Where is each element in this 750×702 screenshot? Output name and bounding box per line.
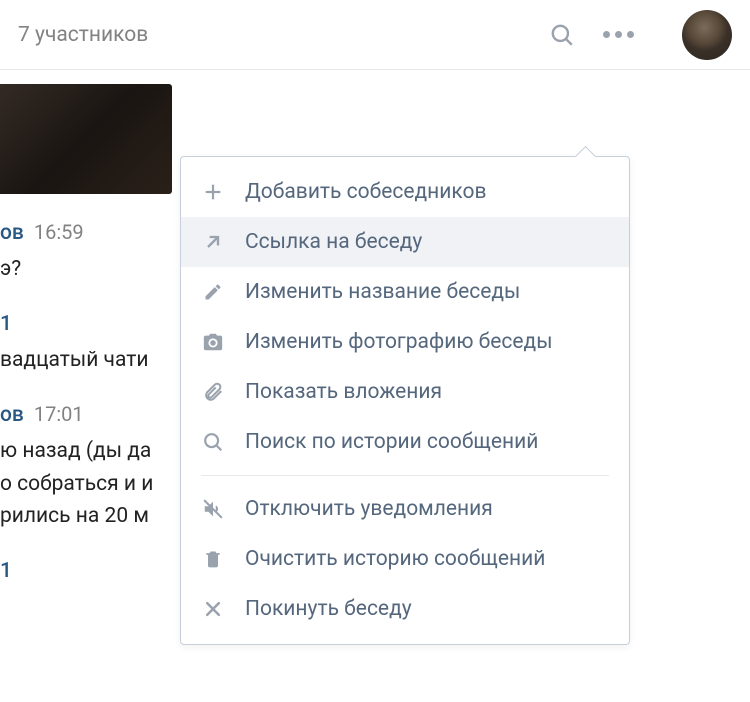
menu-label: Очистить историю сообщений	[245, 547, 545, 571]
menu-separator	[201, 475, 609, 476]
menu-label: Показать вложения	[245, 380, 442, 404]
chat-body: ов 16:59 э? 1 вадцатый чати ов 17:01 ю н…	[0, 84, 750, 702]
camera-icon	[201, 330, 225, 354]
menu-chat-link[interactable]: Ссылка на беседу	[181, 217, 629, 267]
menu-label: Ссылка на беседу	[245, 230, 422, 254]
ellipsis-icon	[603, 31, 634, 38]
mute-icon	[201, 497, 225, 521]
menu-label: Изменить фотографию беседы	[245, 330, 553, 354]
menu-add-participants[interactable]: Добавить собеседников	[181, 167, 629, 217]
close-icon	[201, 597, 225, 621]
image-attachment[interactable]	[0, 84, 172, 194]
menu-label: Покинуть беседу	[245, 597, 412, 621]
message-author[interactable]: ов	[0, 403, 24, 427]
menu-show-attachments[interactable]: Показать вложения	[181, 367, 629, 417]
search-button[interactable]	[549, 22, 575, 48]
menu-clear-history[interactable]: Очистить историю сообщений	[181, 534, 629, 584]
participants-count[interactable]: 7 участников	[18, 23, 148, 47]
menu-change-photo[interactable]: Изменить фотографию беседы	[181, 317, 629, 367]
arrow-up-right-icon	[201, 230, 225, 254]
avatar[interactable]	[682, 10, 732, 60]
search-icon	[549, 22, 575, 48]
message-time: 17:01	[34, 402, 84, 426]
menu-label: Отключить уведомления	[245, 497, 493, 521]
more-button[interactable]	[603, 31, 634, 38]
menu-leave-chat[interactable]: Покинуть беседу	[181, 584, 629, 634]
menu-mute-notifications[interactable]: Отключить уведомления	[181, 484, 629, 534]
message-author[interactable]: 1	[0, 559, 12, 583]
chat-actions-menu: Добавить собеседников Ссылка на беседу И…	[180, 156, 630, 645]
message-author[interactable]: 1	[0, 312, 12, 336]
menu-search-history[interactable]: Поиск по истории сообщений	[181, 417, 629, 467]
message-time: 16:59	[34, 220, 84, 244]
header-actions	[549, 10, 732, 60]
trash-icon	[201, 547, 225, 571]
menu-label: Добавить собеседников	[245, 180, 487, 204]
menu-label: Поиск по истории сообщений	[245, 430, 538, 454]
message-author[interactable]: ов	[0, 221, 24, 245]
menu-rename-chat[interactable]: Изменить название беседы	[181, 267, 629, 317]
pencil-icon	[201, 280, 225, 304]
attach-icon	[201, 380, 225, 404]
menu-label: Изменить название беседы	[245, 280, 520, 304]
plus-icon	[201, 180, 225, 204]
search-icon	[201, 430, 225, 454]
chat-header: 7 участников	[0, 0, 750, 70]
